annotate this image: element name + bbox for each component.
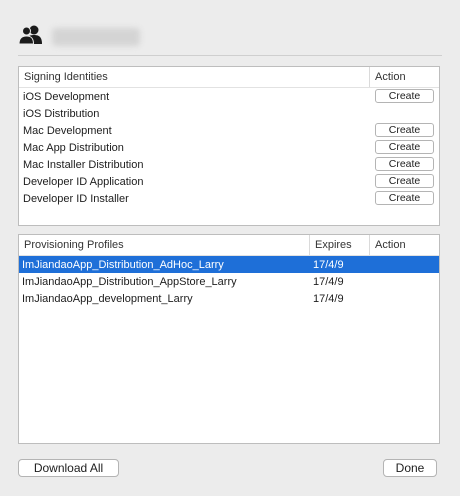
column-header-action[interactable]: Action	[369, 235, 439, 255]
identity-label: Developer ID Installer	[23, 193, 129, 205]
profile-name: ImJiandaoApp_Distribution_AppStore_Larry	[22, 276, 237, 288]
download-all-button[interactable]: Download All	[18, 459, 119, 477]
profile-name: ImJiandaoApp_Distribution_AdHoc_Larry	[22, 259, 224, 271]
column-header-action[interactable]: Action	[369, 67, 439, 87]
create-developer-id-application-button[interactable]: Create	[375, 174, 434, 188]
identity-row-ios-distribution[interactable]: iOS Distribution	[19, 105, 439, 122]
person-group-icon	[18, 24, 46, 45]
identity-row-developer-id-installer[interactable]: Developer ID Installer Create	[19, 190, 439, 207]
create-mac-development-button[interactable]: Create	[375, 123, 434, 137]
create-mac-installer-distribution-button[interactable]: Create	[375, 157, 434, 171]
header-divider	[18, 55, 442, 56]
column-header-expires[interactable]: Expires	[309, 235, 369, 255]
profile-expires: 17/4/9	[313, 259, 344, 271]
column-header-provisioning-profiles[interactable]: Provisioning Profiles	[19, 235, 309, 255]
identity-row-ios-development[interactable]: iOS Development Create	[19, 88, 439, 105]
profile-expires: 17/4/9	[313, 293, 344, 305]
identity-row-developer-id-application[interactable]: Developer ID Application Create	[19, 173, 439, 190]
team-name-redacted	[52, 28, 140, 46]
identity-label: Mac App Distribution	[23, 142, 124, 154]
identity-label: Mac Installer Distribution	[23, 159, 144, 171]
identity-row-mac-development[interactable]: Mac Development Create	[19, 122, 439, 139]
identity-row-mac-app-distribution[interactable]: Mac App Distribution Create	[19, 139, 439, 156]
account-header	[0, 0, 460, 56]
identity-label: Developer ID Application	[23, 176, 144, 188]
create-ios-development-button[interactable]: Create	[375, 89, 434, 103]
identity-label: iOS Distribution	[23, 108, 100, 120]
profile-row-appstore[interactable]: ImJiandaoApp_Distribution_AppStore_Larry…	[19, 273, 439, 290]
identity-row-mac-installer-distribution[interactable]: Mac Installer Distribution Create	[19, 156, 439, 173]
provisioning-profiles-table: Provisioning Profiles Expires Action ImJ…	[18, 234, 440, 444]
profile-row-development[interactable]: ImJiandaoApp_development_Larry 17/4/9	[19, 290, 439, 307]
done-button[interactable]: Done	[383, 459, 437, 477]
profile-name: ImJiandaoApp_development_Larry	[22, 293, 193, 305]
column-header-signing-identities[interactable]: Signing Identities	[19, 67, 369, 87]
signing-identities-table: Signing Identities Action iOS Developmen…	[18, 66, 440, 226]
profile-row-adhoc[interactable]: ImJiandaoApp_Distribution_AdHoc_Larry 17…	[19, 256, 439, 273]
profile-expires: 17/4/9	[313, 276, 344, 288]
table-header: Provisioning Profiles Expires Action	[19, 235, 439, 256]
create-developer-id-installer-button[interactable]: Create	[375, 191, 434, 205]
table-header: Signing Identities Action	[19, 67, 439, 88]
identity-label: iOS Development	[23, 91, 110, 103]
create-mac-app-distribution-button[interactable]: Create	[375, 140, 434, 154]
identity-label: Mac Development	[23, 125, 112, 137]
